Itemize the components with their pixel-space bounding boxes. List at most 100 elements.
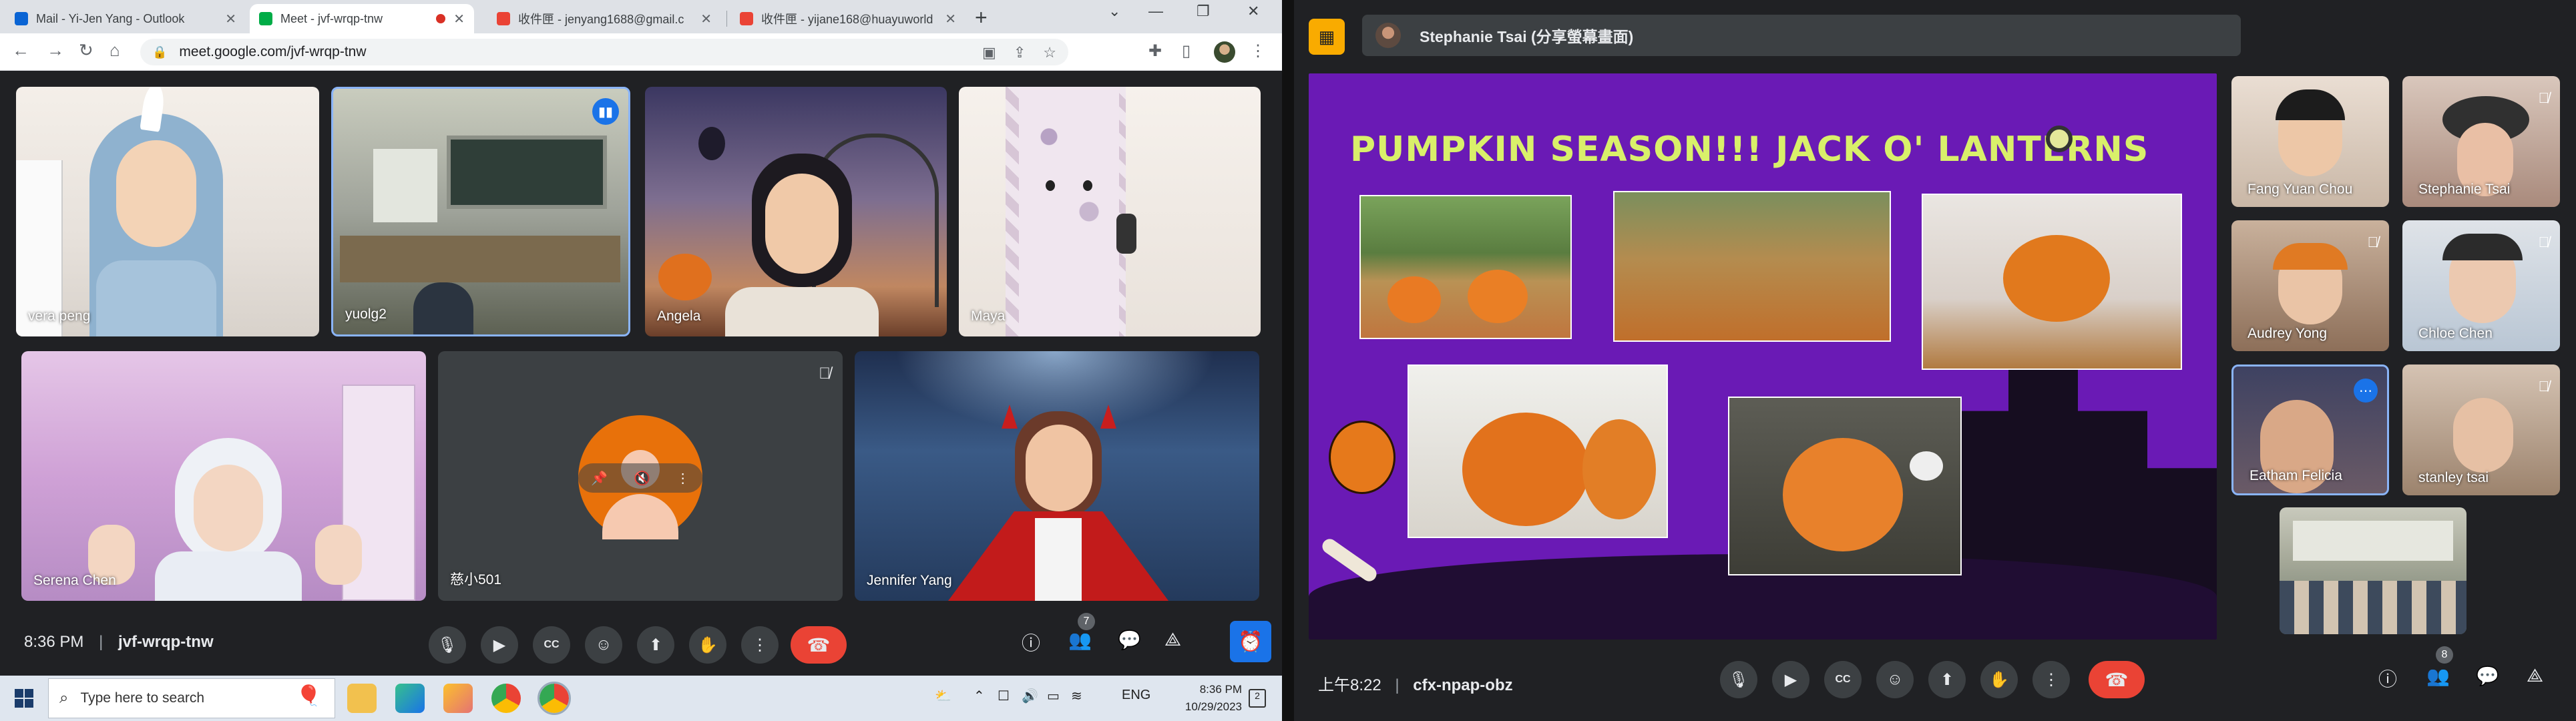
battery-icon[interactable]: ▭ [1047,688,1060,704]
meeting-control-bar: 8:36 PM | jvf-wrqp-tnw 🎙 ▶ CC ☺ ⬆ ✋ ⋮ ☎ … [0,609,1282,676]
participant-tile-classroom[interactable] [2280,507,2466,634]
camera-button[interactable]: ▶ [1772,661,1809,698]
more-vert-icon: ⋮ [2043,670,2059,689]
close-icon[interactable]: ✕ [225,11,236,27]
profile-avatar[interactable] [1214,41,1235,63]
camera-icon: ▶ [493,636,506,654]
meeting-details-icon[interactable]: ⓘ [1022,629,1040,656]
address-bar[interactable]: 🔒 meet.google.com/jvf-wrqp-tnw ▣ ⇪ ☆ [140,39,1068,65]
input-language[interactable]: ENG [1122,688,1150,703]
tab-search-chevron-icon[interactable]: ⌄ [1108,3,1120,20]
reactions-button[interactable]: ☺ [1876,661,1914,698]
people-icon[interactable]: 👥 [2426,665,2450,687]
camera-permission-icon[interactable]: ▣ [982,44,996,61]
more-options-icon[interactable]: ⋯ [2354,379,2378,403]
paint-icon[interactable] [443,684,473,713]
mic-off-icon: 🎙̸ [2538,378,2550,395]
participant-tile-angela[interactable]: Angela [645,87,947,336]
meeting-details-icon[interactable]: ⓘ [2378,665,2397,692]
captions-button[interactable]: CC [1824,661,1862,698]
close-icon[interactable]: ✕ [453,11,465,27]
taskbar-search-box[interactable]: ⌕ Type here to search 🎈 [48,678,335,718]
participant-tile-yuolg2[interactable]: ▮▮ yuolg2 [331,87,630,336]
tab-outlook[interactable]: Mail - Yi-Jen Yang - Outlook ✕ [5,4,246,33]
home-icon[interactable]: ⌂ [110,40,120,61]
back-arrow-icon[interactable]: ← [12,40,29,61]
reload-icon[interactable]: ↻ [79,40,93,61]
phone-hangup-icon: ☎ [807,634,831,656]
more-options-button[interactable]: ⋮ [2032,661,2070,698]
present-button[interactable]: ⬆ [637,626,674,664]
participant-tile-chloe-chen[interactable]: 🎙̸ Chloe Chen [2402,220,2560,351]
more-vert-icon: ⋮ [752,636,768,654]
more-options-icon[interactable]: ⋮ [676,470,690,487]
window-close-icon[interactable]: ✕ [1247,3,1259,20]
network-icon[interactable]: ☐ [998,688,1010,704]
leave-call-button[interactable]: ☎ [791,626,847,664]
side-panel-icon[interactable]: ▯ [1182,41,1191,61]
participant-tile-eatham-felicia[interactable]: ⋯ Eatham Felicia [2231,365,2389,495]
activities-icon[interactable]: ⟁ [1164,629,1181,651]
mic-off-icon: 🎙̸ [819,365,831,383]
close-icon[interactable]: ✕ [945,11,956,27]
mic-button[interactable]: 🎙 [429,626,466,664]
participant-tile-ci-xiao-501[interactable]: 📌 🔇 ⋮ 🎙̸ 慈小501 [438,351,843,601]
taskbar-clock[interactable]: 8:36 PM 10/29/2023 [1182,681,1242,716]
notification-center-icon[interactable]: 2 [1249,689,1266,708]
reactions-button[interactable]: ☺ [585,626,622,664]
file-explorer-icon[interactable] [347,684,377,713]
participant-name: Chloe Chen [2418,326,2493,341]
forward-arrow-icon[interactable]: → [47,40,64,61]
camera-button[interactable]: ▶ [481,626,518,664]
wifi-icon[interactable]: ≋ [1071,688,1082,704]
tab-gmail-1[interactable]: 收件匣 - jenyang1688@gmail.c ✕ [487,4,721,33]
captions-button[interactable]: CC [533,626,570,664]
people-icon[interactable]: 👥 [1068,629,1092,651]
stop-presenting-icon[interactable]: ▦ [1309,19,1345,55]
participant-name: Jennifer Yang [867,573,952,588]
present-screen-icon: ⬆ [1940,670,1954,689]
new-tab-plus-icon[interactable]: + [975,5,988,30]
participant-tile-vera-peng[interactable]: vera peng [16,87,319,336]
chat-icon[interactable]: 💬 [1118,629,1141,651]
tray-chevron-icon[interactable]: ⌃ [974,688,985,704]
weather-icon[interactable]: ⛅ [935,688,951,704]
participant-tile-maya[interactable]: Maya [959,87,1261,336]
captions-icon: CC [544,639,560,650]
edge-icon[interactable] [395,684,425,713]
participant-tile-serena-chen[interactable]: Serena Chen [21,351,426,601]
tab-meet[interactable]: Meet - jvf-wrqp-tnw ✕ [250,4,474,33]
chrome-profile-icon[interactable] [538,682,571,715]
gmail-icon [740,12,753,25]
restore-icon[interactable]: ❐ [1197,3,1210,20]
extensions-puzzle-icon[interactable]: ✚ [1148,41,1162,61]
participant-tile-stanley-tsai[interactable]: 🎙̸ stanley tsai [2402,365,2560,495]
raise-hand-button[interactable]: ✋ [689,626,726,664]
mute-participant-icon[interactable]: 🔇 [634,470,650,487]
share-icon[interactable]: ⇪ [1014,44,1026,61]
leave-call-button[interactable]: ☎ [2089,661,2145,698]
windows-start-icon[interactable] [15,689,33,708]
participant-tile-jennifer-yang[interactable]: Jennifer Yang [855,351,1259,601]
raise-hand-button[interactable]: ✋ [1980,661,2018,698]
pin-icon[interactable]: 📌 [591,470,608,487]
volume-icon[interactable]: 🔊 [1022,688,1038,704]
more-options-button[interactable]: ⋮ [741,626,779,664]
chrome-menu-icon[interactable]: ⋮ [1250,41,1266,61]
speaking-indicator-icon: ▮▮ [592,98,619,125]
chrome-icon[interactable] [491,684,521,713]
participant-tile-audrey-yong[interactable]: 🎙̸ Audrey Yong [2231,220,2389,351]
participant-tile-fang-yuan-chou[interactable]: Fang Yuan Chou [2231,76,2389,207]
activities-icon[interactable]: ⟁ [2527,665,2543,687]
minimize-icon[interactable]: — [1148,3,1163,20]
tab-gmail-2[interactable]: 收件匣 - yijane168@huayuworld ✕ [730,4,965,33]
present-button[interactable]: ⬆ [1928,661,1966,698]
pumpkin-field-photo [1613,191,1891,342]
participant-tile-stephanie-tsai[interactable]: 🎙̸ Stephanie Tsai [2402,76,2560,207]
close-icon[interactable]: ✕ [700,11,712,27]
mic-button[interactable]: 🎙 [1720,661,1757,698]
tab-label: Meet - jvf-wrqp-tnw [280,11,383,25]
host-controls-alarm-icon[interactable]: ⏰ [1230,621,1271,662]
bookmark-star-icon[interactable]: ☆ [1043,44,1056,61]
chat-icon[interactable]: 💬 [2476,665,2499,687]
